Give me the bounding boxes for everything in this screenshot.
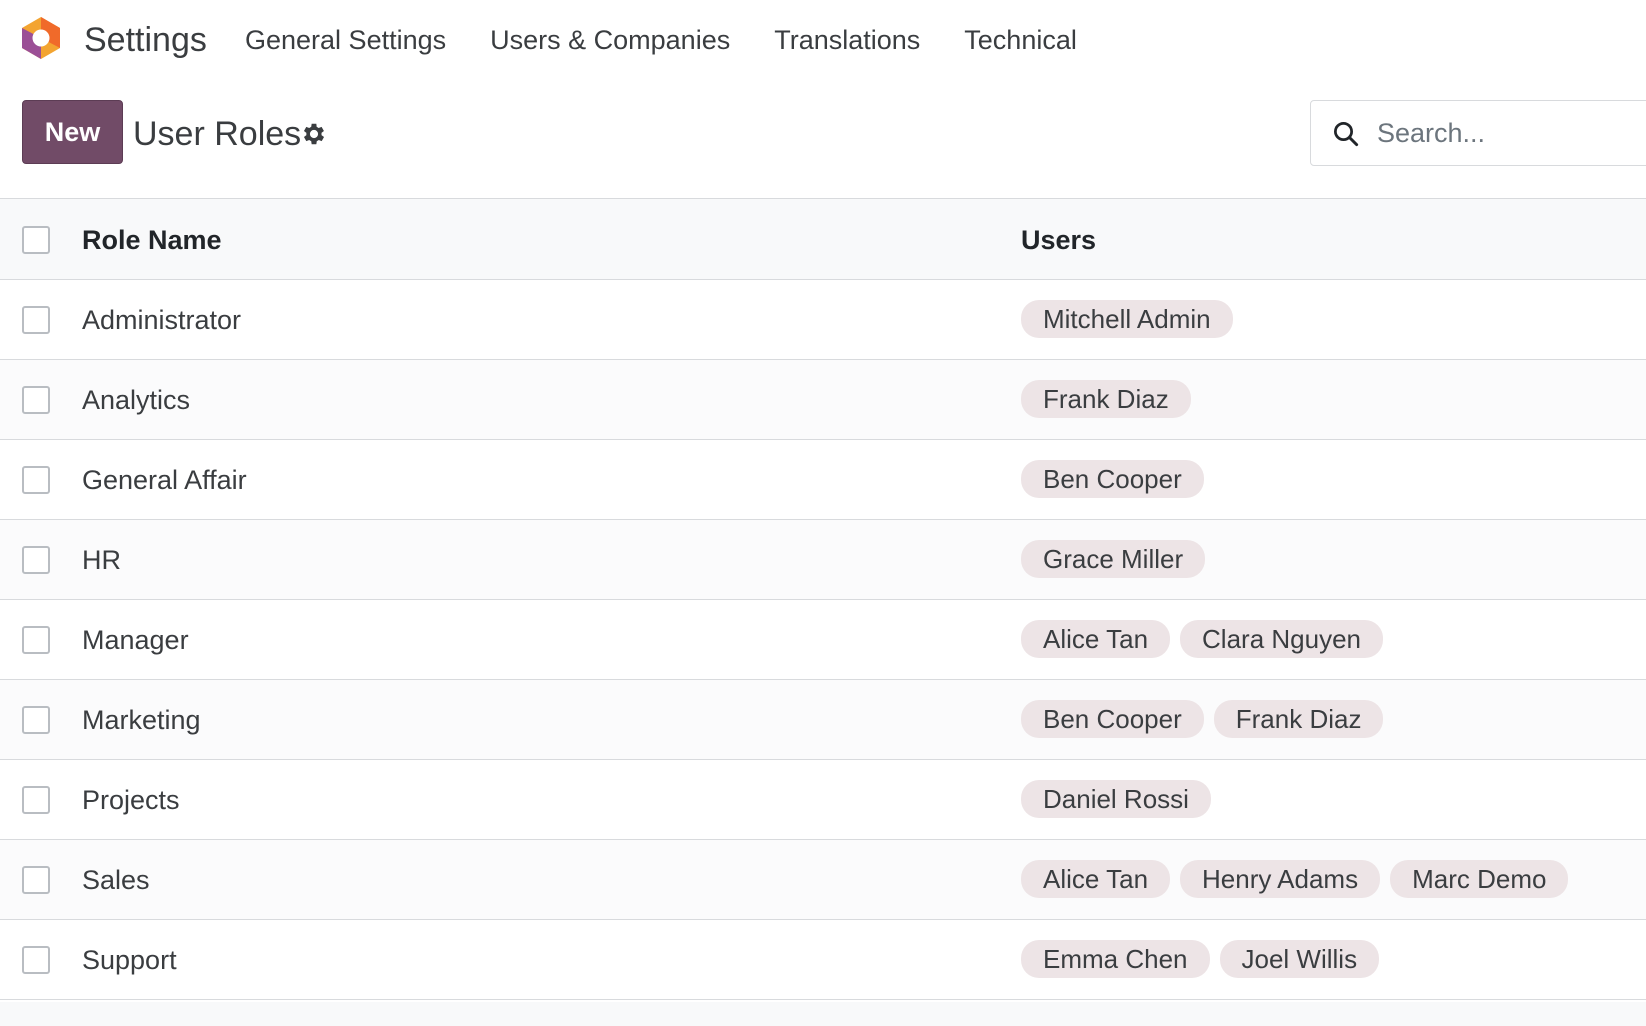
top-navbar: Settings General Settings Users & Compan… xyxy=(0,0,1646,80)
search-box[interactable] xyxy=(1310,100,1646,166)
main-menu: General Settings Users & Companies Trans… xyxy=(245,22,1099,58)
role-name-cell[interactable]: HR xyxy=(82,542,121,578)
list-body: Administrator Mitchell Admin Analytics Fran… xyxy=(0,280,1646,1000)
user-tag: Daniel Rossi xyxy=(1021,780,1211,818)
role-name-cell[interactable]: General Affair xyxy=(82,462,247,498)
users-cell: Ben Cooper xyxy=(1021,460,1204,498)
user-tag: Frank Diaz xyxy=(1021,380,1191,418)
menu-general-settings[interactable]: General Settings xyxy=(245,22,468,58)
gear-icon[interactable] xyxy=(300,120,328,148)
row-checkbox[interactable] xyxy=(22,706,50,734)
row-checkbox[interactable] xyxy=(22,626,50,654)
row-checkbox[interactable] xyxy=(22,386,50,414)
app-title[interactable]: Settings xyxy=(84,18,207,62)
users-cell: Alice Tan Henry Adams Marc Demo xyxy=(1021,860,1569,898)
search-input[interactable] xyxy=(1375,111,1645,155)
user-tag: Joel Willis xyxy=(1219,940,1380,978)
table-row[interactable]: Administrator Mitchell Admin xyxy=(0,280,1646,360)
user-tag: Grace Miller xyxy=(1021,540,1206,578)
table-row[interactable]: HR Grace Miller xyxy=(0,520,1646,600)
user-tag: Marc Demo xyxy=(1390,860,1569,898)
list-footer xyxy=(0,1002,1646,1026)
user-tag: Henry Adams xyxy=(1180,860,1381,898)
settings-app-logo-icon[interactable] xyxy=(20,16,62,60)
users-cell: Mitchell Admin xyxy=(1021,300,1233,338)
row-checkbox[interactable] xyxy=(22,946,50,974)
select-all-checkbox[interactable] xyxy=(22,226,50,254)
role-name-cell[interactable]: Manager xyxy=(82,622,189,658)
users-cell: Grace Miller xyxy=(1021,540,1206,578)
users-cell: Frank Diaz xyxy=(1021,380,1191,418)
users-cell: Alice Tan Clara Nguyen xyxy=(1021,620,1384,658)
role-name-cell[interactable]: Marketing xyxy=(82,702,201,738)
users-cell: Ben Cooper Frank Diaz xyxy=(1021,700,1384,738)
column-header-role-name[interactable]: Role Name xyxy=(82,222,222,258)
row-checkbox[interactable] xyxy=(22,786,50,814)
menu-translations[interactable]: Translations xyxy=(752,22,942,58)
users-cell: Emma Chen Joel Willis xyxy=(1021,940,1380,978)
menu-users-companies[interactable]: Users & Companies xyxy=(468,22,752,58)
user-tag: Alice Tan xyxy=(1021,620,1171,658)
role-name-cell[interactable]: Administrator xyxy=(82,302,241,338)
row-checkbox[interactable] xyxy=(22,866,50,894)
role-name-cell[interactable]: Projects xyxy=(82,782,180,818)
table-row[interactable]: Manager Alice Tan Clara Nguyen xyxy=(0,600,1646,680)
row-checkbox[interactable] xyxy=(22,546,50,574)
menu-technical[interactable]: Technical xyxy=(942,22,1099,58)
user-roles-list: Role Name Users Administrator Mitchell Ad… xyxy=(0,198,1646,1000)
table-row[interactable]: General Affair Ben Cooper xyxy=(0,440,1646,520)
role-name-cell[interactable]: Sales xyxy=(82,862,150,898)
new-button[interactable]: New xyxy=(22,100,123,164)
user-tag: Alice Tan xyxy=(1021,860,1171,898)
user-tag: Mitchell Admin xyxy=(1021,300,1233,338)
table-row[interactable]: Marketing Ben Cooper Frank Diaz xyxy=(0,680,1646,760)
table-row[interactable]: Sales Alice Tan Henry Adams Marc Demo xyxy=(0,840,1646,920)
table-row[interactable]: Support Emma Chen Joel Willis xyxy=(0,920,1646,1000)
user-tag: Emma Chen xyxy=(1021,940,1210,978)
control-panel: New User Roles xyxy=(0,90,1646,198)
list-header: Role Name Users xyxy=(0,198,1646,280)
table-row[interactable]: Analytics Frank Diaz xyxy=(0,360,1646,440)
page-title: User Roles xyxy=(133,115,302,153)
role-name-cell[interactable]: Support xyxy=(82,942,177,978)
users-cell: Daniel Rossi xyxy=(1021,780,1211,818)
row-checkbox[interactable] xyxy=(22,466,50,494)
table-row[interactable]: Projects Daniel Rossi xyxy=(0,760,1646,840)
column-header-users[interactable]: Users xyxy=(1021,222,1096,258)
user-tag: Ben Cooper xyxy=(1021,460,1204,498)
user-tag: Frank Diaz xyxy=(1213,700,1384,738)
role-name-cell[interactable]: Analytics xyxy=(82,382,190,418)
user-tag: Clara Nguyen xyxy=(1180,620,1384,658)
user-tag: Ben Cooper xyxy=(1021,700,1204,738)
search-icon xyxy=(1334,122,1359,147)
row-checkbox[interactable] xyxy=(22,306,50,334)
